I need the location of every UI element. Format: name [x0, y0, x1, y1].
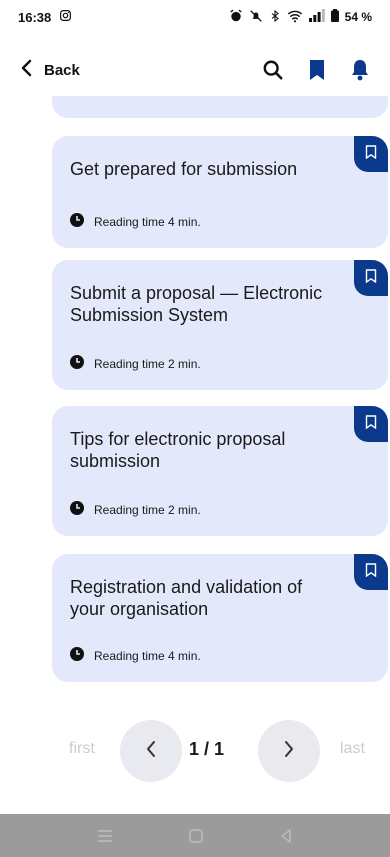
chevron-left-icon [145, 740, 157, 763]
chevron-left-icon [20, 59, 34, 82]
bookmark-toggle[interactable] [354, 260, 388, 296]
top-app-bar: Back [0, 44, 390, 96]
battery-percent: 54 % [344, 10, 372, 24]
article-card[interactable]: Tips for electronic proposal submission … [52, 406, 388, 536]
reading-time: Reading time 2 min. [70, 501, 201, 518]
recent-apps-icon[interactable] [98, 829, 113, 842]
pagination: first 1 / 1 last [0, 720, 390, 782]
clock-icon [70, 213, 84, 230]
bookmark-outline-icon [365, 562, 377, 582]
back-nav-icon[interactable] [280, 828, 292, 843]
article-title: Submit a proposal — Electronic Submissio… [70, 283, 323, 325]
wifi-icon [287, 9, 303, 26]
article-list[interactable]: Get prepared for submission Reading time… [0, 96, 390, 696]
status-bar: 16:38 54 % [0, 0, 390, 34]
clock-icon [70, 647, 84, 664]
header-actions [262, 59, 370, 81]
clock-icon [70, 501, 84, 518]
reading-time-text: Reading time 4 min. [94, 648, 201, 663]
bookmark-toggle[interactable] [354, 136, 388, 172]
bell-icon[interactable] [350, 59, 370, 81]
reading-time-text: Reading time 4 min. [94, 214, 201, 229]
bluetooth-icon [269, 9, 281, 26]
article-card[interactable]: Get prepared for submission Reading time… [52, 136, 388, 248]
bookmark-outline-icon [365, 144, 377, 164]
mute-icon [249, 9, 263, 26]
bookmark-toggle[interactable] [354, 406, 388, 442]
next-page-button[interactable] [258, 720, 320, 782]
reading-time: Reading time 2 min. [70, 355, 201, 372]
search-icon[interactable] [262, 59, 284, 81]
reading-time: Reading time 4 min. [70, 213, 201, 230]
back-button[interactable]: Back [20, 59, 80, 82]
alarm-icon [229, 9, 243, 26]
reading-time-text: Reading time 2 min. [94, 356, 201, 371]
reading-time-text: Reading time 2 min. [94, 502, 201, 517]
article-card[interactable]: Submit a proposal — Electronic Submissio… [52, 260, 388, 390]
system-nav-bar [0, 814, 390, 857]
bookmark-toggle[interactable] [354, 554, 388, 590]
article-title: Tips for electronic proposal submission [70, 429, 286, 471]
page-indicator: 1 / 1 [189, 739, 225, 759]
bookmark-outline-icon [365, 268, 377, 288]
article-title: Get prepared for submission [70, 159, 298, 179]
reading-time: Reading time 4 min. [70, 647, 201, 664]
home-icon[interactable] [189, 828, 203, 843]
status-icons: 54 % [229, 9, 372, 26]
bookmark-outline-icon [365, 414, 377, 434]
first-page-link[interactable]: first [69, 740, 95, 758]
article-card-partial[interactable] [52, 96, 388, 118]
status-time-group: 16:38 [18, 9, 72, 25]
instagram-icon [59, 9, 72, 25]
bookmark-icon[interactable] [308, 59, 326, 81]
article-title: Registration and validation of your orga… [70, 577, 303, 619]
back-label: Back [44, 61, 80, 79]
previous-page-button[interactable] [120, 720, 182, 782]
battery-icon [330, 9, 339, 25]
status-time: 16:38 [18, 9, 52, 25]
chevron-right-icon [283, 740, 295, 763]
signal-icon [308, 9, 325, 25]
article-card[interactable]: Registration and validation of your orga… [52, 554, 388, 682]
last-page-link[interactable]: last [340, 740, 365, 758]
clock-icon [70, 355, 84, 372]
